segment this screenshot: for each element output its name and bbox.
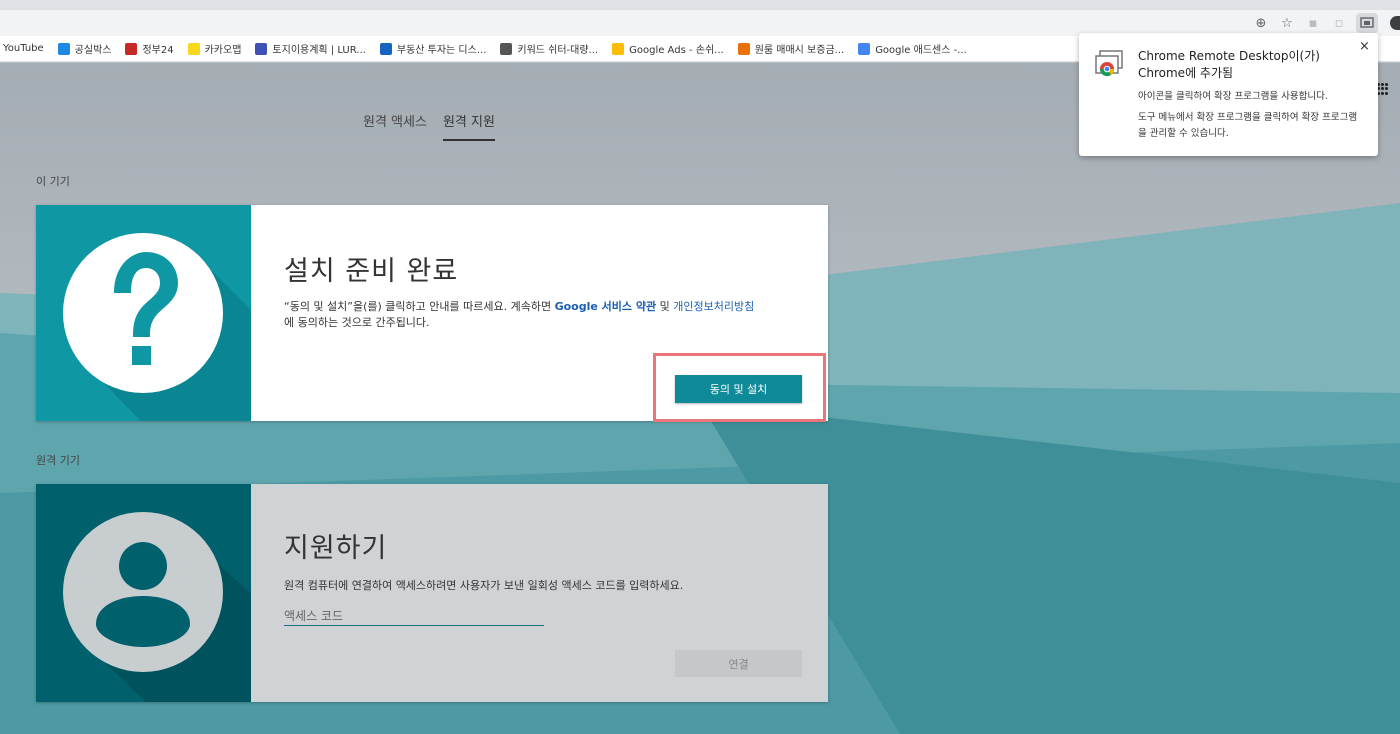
support-card-art: [36, 484, 251, 702]
access-code-input[interactable]: [284, 606, 544, 626]
kakaomap-icon: [187, 42, 200, 55]
d-icon: [737, 42, 750, 55]
section-label-remote-device: 원격 기기: [36, 454, 80, 467]
bookmark-item[interactable]: 키워드 쉬터-대량...: [500, 41, 598, 56]
bookmark-label: 키워드 쉬터-대량...: [517, 45, 599, 56]
chrome-remote-desktop-icon: [1095, 50, 1123, 77]
bookmark-label: 원룸 매매시 보증금...: [754, 45, 845, 56]
luris-icon: [255, 42, 268, 55]
question-mark-icon: [36, 205, 251, 421]
mode-tabs: 원격 액세스 원격 지원: [363, 111, 495, 141]
tab-remote-support[interactable]: 원격 지원: [442, 111, 495, 141]
bookmark-label: 부동산 투자는 디스...: [396, 45, 487, 56]
bookmark-item[interactable]: 공실박스: [57, 41, 112, 56]
user-avatar-icon: [36, 484, 251, 702]
zoom-icon[interactable]: ⊕: [1248, 13, 1274, 33]
bookmark-item[interactable]: 카카오맵: [187, 41, 242, 56]
profile-avatar[interactable]: [1390, 16, 1400, 30]
bookmark-label: 토지이용계획 | LUR...: [272, 45, 366, 56]
popup-line-2: 도구 메뉴에서 확장 프로그램을 클릭하여 확장 프로그램을 관리할 수 있습니…: [1138, 112, 1358, 139]
extension-added-popup: Chrome Remote Desktop이(가) Chrome에 추가됨 × …: [1079, 33, 1378, 156]
korea-gov-icon: [125, 42, 138, 55]
popup-line-1: 아이콘을 클릭하여 확장 프로그램을 사용합니다.: [1138, 91, 1328, 102]
close-icon[interactable]: ×: [1359, 39, 1370, 54]
bookmark-label: 공실박스: [74, 45, 112, 56]
page-content: 원격 액세스 원격 지원 이 기기 설치 준비 완료 “동의 및 설치”을(를)…: [0, 63, 1400, 734]
install-title: 설치 준비 완료: [284, 256, 459, 287]
connect-button[interactable]: 연결: [675, 650, 802, 677]
bookmark-label: Google 애드센스 -...: [875, 45, 967, 56]
bookmark-item[interactable]: Google Ads - 손쉬...: [612, 41, 724, 56]
chart-icon: [379, 42, 392, 55]
support-card: 지원하기 원격 컴퓨터에 연결하여 액세스하려면 사용자가 보낸 일회성 액세스…: [36, 484, 828, 702]
bookmark-label: 카카오맵: [204, 45, 242, 56]
support-description: 원격 컴퓨터에 연결하여 액세스하려면 사용자가 보낸 일회성 액세스 코드를 …: [284, 579, 684, 592]
support-card-body: 지원하기 원격 컴퓨터에 연결하여 액세스하려면 사용자가 보낸 일회성 액세스…: [251, 484, 828, 702]
extension-icon[interactable]: ▪: [1300, 13, 1326, 33]
tab-remote-access[interactable]: 원격 액세스: [363, 111, 427, 141]
desc-text-3: 에 동의하는 것으로 간주됩니다.: [284, 316, 430, 329]
desc-text-2: 및: [656, 300, 674, 313]
bookmark-item[interactable]: 정부24: [125, 41, 174, 56]
toolbar-icons: ⊕ ☆ ▪ ▫: [1248, 13, 1400, 33]
extension-icon-2[interactable]: ▫: [1326, 13, 1352, 33]
install-card-art: [36, 205, 251, 421]
tab-strip: [0, 0, 1400, 10]
bookmark-label: YouTube: [3, 43, 44, 54]
bookmark-item[interactable]: 원룸 매매시 보증금...: [737, 41, 845, 56]
section-label-this-device: 이 기기: [36, 175, 70, 188]
globe-icon: [500, 42, 513, 55]
privacy-link[interactable]: 개인정보처리방침: [673, 300, 754, 313]
gongsil-icon: [57, 42, 70, 55]
apps-grid-icon[interactable]: [1377, 83, 1388, 95]
star-icon[interactable]: ☆: [1274, 13, 1300, 33]
bookmark-item[interactable]: Google 애드센스 -...: [858, 41, 967, 56]
google-ads-icon: [612, 42, 625, 55]
install-card: 설치 준비 완료 “동의 및 설치”을(를) 클릭하고 안내를 따르세요. 계속…: [36, 205, 828, 422]
support-title: 지원하기: [284, 533, 388, 564]
bookmark-item[interactable]: 토지이용계획 | LUR...: [255, 41, 366, 56]
remote-desktop-extension-icon[interactable]: [1356, 13, 1378, 33]
install-card-body: 설치 준비 완료 “동의 및 설치”을(를) 클릭하고 안내를 따르세요. 계속…: [251, 205, 828, 422]
desc-text: “동의 및 설치”을(를) 클릭하고 안내를 따르세요. 계속하면: [284, 300, 555, 313]
install-description: “동의 및 설치”을(를) 클릭하고 안내를 따르세요. 계속하면 Google…: [284, 299, 809, 331]
bookmark-item[interactable]: 부동산 투자는 디스...: [379, 41, 487, 56]
terms-link[interactable]: Google 서비스 약관: [555, 300, 657, 313]
bookmark-label: Google Ads - 손쉬...: [629, 45, 724, 56]
google-icon: [858, 42, 871, 55]
popup-title: Chrome Remote Desktop이(가) Chrome에 추가됨: [1138, 49, 1320, 80]
bookmark-label: 정부24: [142, 45, 174, 56]
bookmark-item[interactable]: YouTube: [3, 43, 44, 54]
accept-install-button[interactable]: 동의 및 설치: [675, 375, 802, 403]
